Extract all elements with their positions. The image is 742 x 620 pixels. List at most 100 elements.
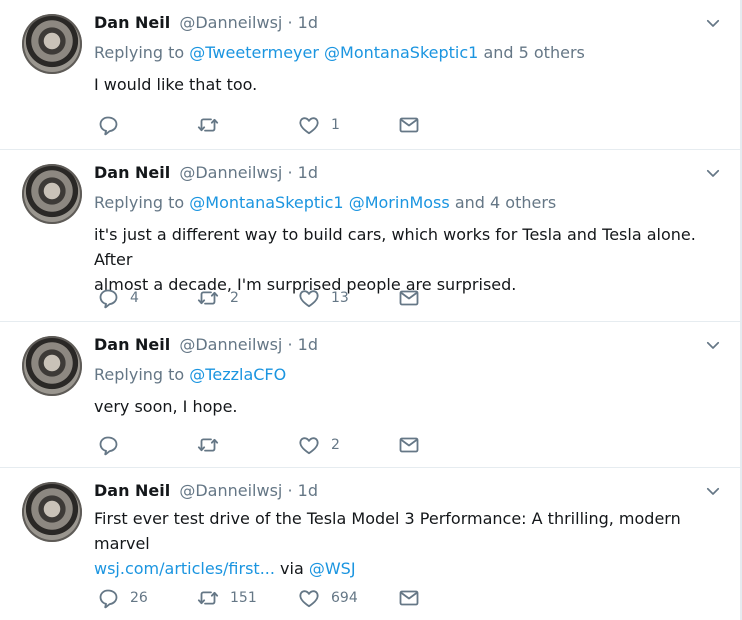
replying-to-label: Replying to xyxy=(94,43,185,62)
tweet-text: very soon, I hope. xyxy=(94,394,724,419)
mention-link[interactable]: @MorinMoss xyxy=(349,193,450,212)
like-icon xyxy=(297,433,321,457)
mention-link[interactable]: @Tweetermeyer xyxy=(189,43,319,62)
like-button[interactable]: 13 xyxy=(297,286,349,310)
tweet-header: Dan Neil @Danneilwsj · 1d xyxy=(94,12,318,34)
retweet-icon xyxy=(196,113,220,137)
direct-message-icon xyxy=(397,586,421,610)
user-name[interactable]: Dan Neil xyxy=(94,163,170,182)
tweet-link-line: wsj.com/articles/first... via @WSJ xyxy=(94,556,724,581)
reply-button[interactable]: 4 xyxy=(96,286,139,310)
replying-to-line: Replying to @Tweetermeyer @MontanaSkepti… xyxy=(94,42,585,64)
tweet-actions: 26 151 694 xyxy=(96,586,456,610)
tweet-header: Dan Neil @Danneilwsj · 1d xyxy=(94,334,318,356)
user-handle[interactable]: @Danneilwsj xyxy=(179,13,282,32)
timestamp[interactable]: 1d xyxy=(298,163,318,182)
reply-icon xyxy=(96,433,120,457)
retweet-count: 151 xyxy=(230,590,257,606)
article-link[interactable]: wsj.com/articles/first... xyxy=(94,559,275,578)
chevron-down-icon[interactable] xyxy=(704,482,722,500)
like-button[interactable]: 1 xyxy=(297,113,340,137)
tweet[interactable]: Dan Neil @Danneilwsj · 1d First ever tes… xyxy=(0,468,740,620)
like-icon xyxy=(297,586,321,610)
like-count: 1 xyxy=(331,117,340,133)
like-count: 13 xyxy=(331,290,349,306)
replying-to-label: Replying to xyxy=(94,193,185,212)
chevron-down-icon[interactable] xyxy=(704,336,722,354)
timestamp[interactable]: 1d xyxy=(298,335,318,354)
like-count: 694 xyxy=(331,590,358,606)
direct-message-icon xyxy=(397,433,421,457)
avatar[interactable] xyxy=(22,164,82,224)
replying-to-line: Replying to @MontanaSkeptic1 @MorinMoss … xyxy=(94,192,556,214)
mention-link[interactable]: @MontanaSkeptic1 xyxy=(189,193,343,212)
retweet-button[interactable]: 2 xyxy=(196,286,239,310)
direct-message-button[interactable] xyxy=(397,113,421,137)
retweet-button[interactable]: 151 xyxy=(196,586,257,610)
retweet-icon xyxy=(196,286,220,310)
retweet-count: 2 xyxy=(230,290,239,306)
reply-icon xyxy=(96,286,120,310)
chevron-down-icon[interactable] xyxy=(704,164,722,182)
tweet-actions: 4 2 13 xyxy=(96,286,456,310)
direct-message-icon xyxy=(397,286,421,310)
tweet[interactable]: Dan Neil @Danneilwsj · 1d Replying to @T… xyxy=(0,0,740,150)
tweet-header: Dan Neil @Danneilwsj · 1d xyxy=(94,480,318,502)
like-count: 2 xyxy=(331,437,340,453)
like-icon xyxy=(297,286,321,310)
separator-dot: · xyxy=(287,13,293,32)
tweet-text-line: very soon, I hope. xyxy=(94,397,238,416)
tweet-actions: 2 xyxy=(96,433,456,457)
replying-to-line: Replying to @TezzlaCFO xyxy=(94,364,286,386)
reply-button[interactable] xyxy=(96,113,130,137)
via-label: via xyxy=(280,559,304,578)
tweet[interactable]: Dan Neil @Danneilwsj · 1d Replying to @T… xyxy=(0,322,740,468)
others-link[interactable]: and 4 others xyxy=(455,193,556,212)
like-icon xyxy=(297,113,321,137)
user-name[interactable]: Dan Neil xyxy=(94,13,170,32)
reply-button[interactable]: 26 xyxy=(96,586,148,610)
retweet-icon xyxy=(196,586,220,610)
retweet-button[interactable] xyxy=(196,113,230,137)
chevron-down-icon[interactable] xyxy=(704,14,722,32)
tweet-text-line: First ever test drive of the Tesla Model… xyxy=(94,509,681,553)
direct-message-button[interactable] xyxy=(397,586,421,610)
avatar[interactable] xyxy=(22,14,82,74)
user-handle[interactable]: @Danneilwsj xyxy=(179,481,282,500)
tweet-header: Dan Neil @Danneilwsj · 1d xyxy=(94,162,318,184)
like-button[interactable]: 694 xyxy=(297,586,358,610)
avatar[interactable] xyxy=(22,336,82,396)
direct-message-button[interactable] xyxy=(397,433,421,457)
mention-link[interactable]: @MontanaSkeptic1 xyxy=(324,43,478,62)
tweet-text-line: I would like that too. xyxy=(94,75,258,94)
mention-link[interactable]: @WSJ xyxy=(309,559,356,578)
direct-message-button[interactable] xyxy=(397,286,421,310)
tweet-feed: Dan Neil @Danneilwsj · 1d Replying to @T… xyxy=(0,0,741,620)
user-name[interactable]: Dan Neil xyxy=(94,481,170,500)
reply-count: 4 xyxy=(130,290,139,306)
tweet-text: First ever test drive of the Tesla Model… xyxy=(94,506,724,581)
timestamp[interactable]: 1d xyxy=(298,481,318,500)
reply-button[interactable] xyxy=(96,433,130,457)
others-link[interactable]: and 5 others xyxy=(483,43,584,62)
tweet-actions: 1 xyxy=(96,113,456,137)
like-button[interactable]: 2 xyxy=(297,433,340,457)
reply-count: 26 xyxy=(130,590,148,606)
retweet-button[interactable] xyxy=(196,433,230,457)
user-handle[interactable]: @Danneilwsj xyxy=(179,335,282,354)
reply-icon xyxy=(96,586,120,610)
tweet-text: I would like that too. xyxy=(94,72,724,97)
tweet[interactable]: Dan Neil @Danneilwsj · 1d Replying to @M… xyxy=(0,150,740,322)
separator-dot: · xyxy=(287,481,293,500)
retweet-icon xyxy=(196,433,220,457)
timestamp[interactable]: 1d xyxy=(298,13,318,32)
direct-message-icon xyxy=(397,113,421,137)
user-name[interactable]: Dan Neil xyxy=(94,335,170,354)
replying-to-label: Replying to xyxy=(94,365,185,384)
separator-dot: · xyxy=(287,335,293,354)
avatar[interactable] xyxy=(22,482,82,542)
tweet-text-line: it's just a different way to build cars,… xyxy=(94,225,696,269)
mention-link[interactable]: @TezzlaCFO xyxy=(189,365,286,384)
user-handle[interactable]: @Danneilwsj xyxy=(179,163,282,182)
reply-icon xyxy=(96,113,120,137)
